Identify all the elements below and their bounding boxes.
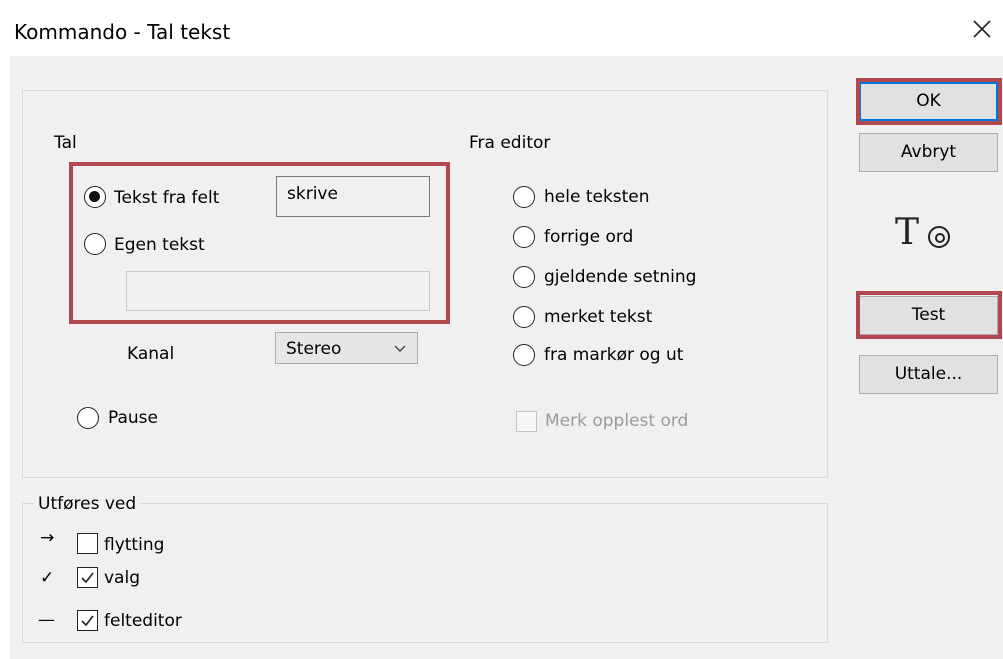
close-button[interactable]	[967, 14, 997, 44]
avbryt-button[interactable]: Avbryt	[859, 133, 998, 172]
flytting-checkbox[interactable]	[77, 533, 98, 554]
tal-label: Tal	[54, 133, 77, 153]
checkmark-icon	[81, 615, 94, 627]
pause-radio[interactable]	[77, 407, 99, 429]
valg-label: valg	[104, 568, 140, 588]
gjeldende-setning-radio[interactable]	[513, 266, 535, 288]
kanal-value: Stereo	[286, 339, 342, 359]
flytting-label: flytting	[104, 535, 165, 555]
egen-tekst-radio[interactable]	[84, 233, 106, 255]
felteditor-label: felteditor	[104, 611, 182, 631]
uttale-button[interactable]: Uttale...	[859, 355, 998, 394]
tekst-fra-felt-radio[interactable]	[84, 186, 106, 208]
ok-button[interactable]: OK	[859, 82, 998, 121]
window-title: Kommando - Tal tekst	[14, 20, 231, 44]
fra-editor-label: Fra editor	[469, 133, 551, 153]
arrow-right-icon: →	[40, 528, 55, 548]
checkmark-icon	[81, 572, 94, 584]
hele-teksten-radio[interactable]	[513, 186, 535, 208]
close-icon	[973, 20, 991, 38]
test-button[interactable]: Test	[859, 296, 998, 335]
dash-icon: —	[38, 610, 55, 630]
egen-tekst-input[interactable]	[126, 271, 430, 311]
tekst-fra-felt-label: Tekst fra felt	[114, 188, 220, 208]
forrige-ord-label: forrige ord	[544, 227, 634, 247]
tts-icon: T	[895, 210, 959, 254]
pause-label: Pause	[108, 408, 158, 428]
svg-text:T: T	[895, 212, 919, 253]
fra-markor-label: fra markør og ut	[544, 345, 684, 365]
kanal-dropdown[interactable]: Stereo	[275, 332, 418, 364]
checkmark-icon: ✓	[40, 568, 55, 588]
kanal-label: Kanal	[127, 344, 175, 364]
tekst-fra-felt-field[interactable]: skrive	[276, 176, 430, 217]
fra-markor-radio[interactable]	[513, 344, 535, 366]
merket-tekst-label: merket tekst	[544, 307, 653, 327]
chevron-down-icon	[394, 345, 406, 352]
felteditor-checkbox[interactable]	[77, 610, 98, 631]
hele-teksten-label: hele teksten	[544, 187, 650, 207]
egen-tekst-label: Egen tekst	[114, 235, 205, 255]
utfores-ved-label: Utføres ved	[34, 494, 141, 514]
gjeldende-setning-label: gjeldende setning	[544, 267, 697, 287]
merk-opplest-checkbox[interactable]	[516, 411, 537, 432]
forrige-ord-radio[interactable]	[513, 226, 535, 248]
merket-tekst-radio[interactable]	[513, 306, 535, 328]
merk-opplest-label: Merk opplest ord	[545, 411, 689, 431]
valg-checkbox[interactable]	[77, 567, 98, 588]
